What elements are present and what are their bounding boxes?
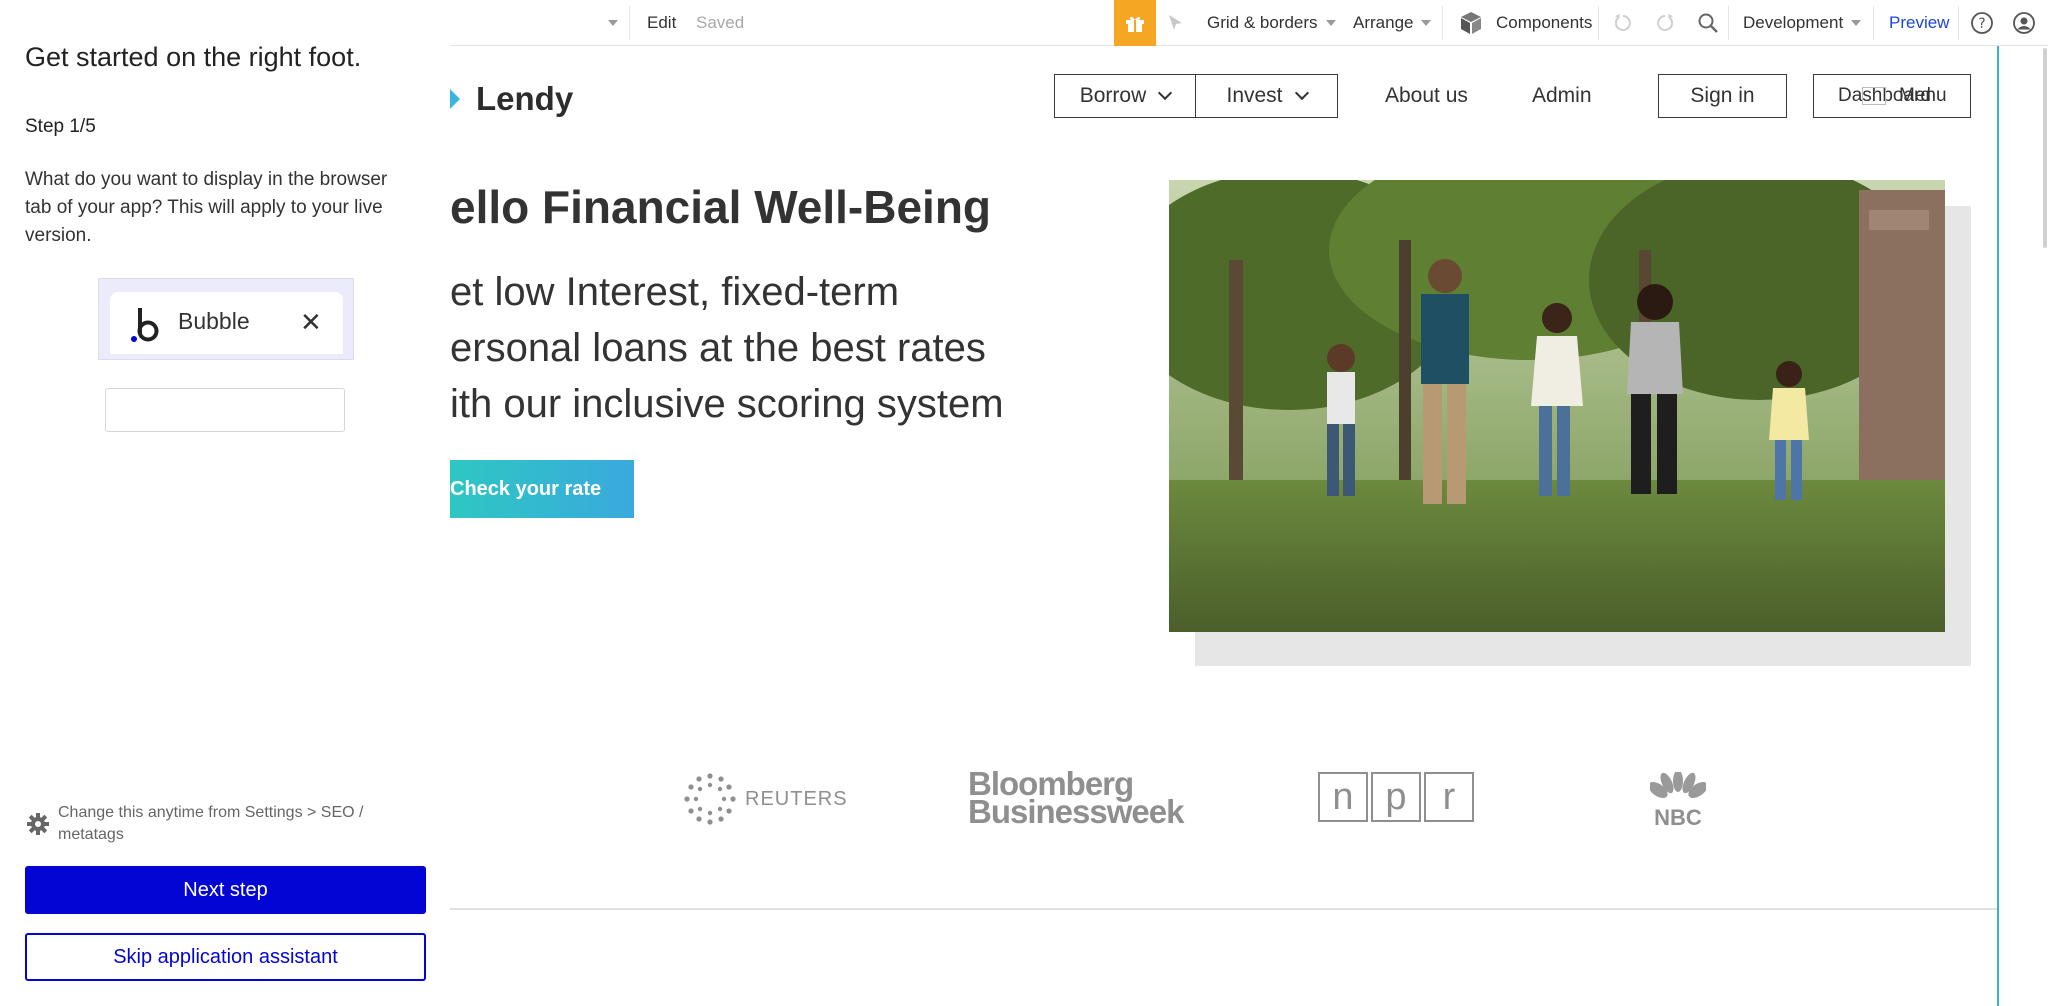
select-tool-button[interactable]: [1166, 0, 1186, 46]
section-divider: [450, 908, 1998, 910]
svg-text:?: ?: [1978, 16, 1985, 32]
nav-borrow[interactable]: Borrow: [1054, 74, 1196, 118]
save-status: Saved: [696, 13, 745, 32]
divider: [1873, 6, 1874, 40]
tab-title-input[interactable]: [105, 388, 345, 432]
dashboard-menu-button[interactable]: Dashboard Menu: [1813, 74, 1971, 118]
bloomberg-logo: Bloomberg Businessweek: [968, 767, 1184, 830]
businessweek-text: Businessweek: [968, 793, 1184, 830]
reuters-logo: REUTERS: [683, 772, 848, 826]
chevron-down-icon: [1158, 85, 1173, 101]
grid-borders-label: Grid & borders: [1207, 13, 1318, 32]
nav-admin[interactable]: Admin: [1532, 74, 1592, 118]
divider: [1728, 6, 1729, 40]
nav-about[interactable]: About us: [1385, 74, 1468, 118]
cursor-icon: [1169, 15, 1182, 30]
nbc-text: NBC: [1654, 805, 1702, 830]
check-rate-button[interactable]: Check your rate: [450, 460, 634, 518]
tab-title: Bubble: [178, 308, 250, 334]
npr-letter: n: [1318, 772, 1368, 822]
development-label: Development: [1743, 13, 1844, 32]
page-dropdown[interactable]: [600, 0, 618, 46]
components-button[interactable]: Components: [1458, 0, 1592, 46]
npr-letter: r: [1424, 772, 1474, 822]
undo-button[interactable]: [1612, 0, 1634, 46]
development-menu[interactable]: Development: [1743, 0, 1862, 46]
nav-borrow-label: Borrow: [1079, 84, 1147, 107]
help-icon: ?: [1971, 12, 1993, 34]
reuters-dots-icon: [684, 773, 736, 825]
edit-menu[interactable]: Edit: [647, 0, 676, 46]
grid-borders-menu[interactable]: Grid & borders: [1207, 0, 1336, 46]
hero-subtitle-line: et low Interest, fixed-term: [450, 270, 900, 314]
arrange-label: Arrange: [1353, 13, 1414, 32]
chevron-down-icon: [1325, 20, 1336, 26]
chevron-down-icon: [1851, 20, 1862, 26]
chevron-down-icon: [1294, 85, 1309, 101]
preview-button[interactable]: Preview: [1889, 0, 1949, 46]
divider: [1958, 6, 1959, 40]
nav-invest[interactable]: Invest: [1195, 74, 1338, 118]
components-label: Components: [1496, 13, 1593, 32]
brand-triangle-icon: [450, 89, 460, 109]
assistant-description: What do you want to display in the brows…: [25, 169, 388, 246]
user-icon: [2013, 12, 2035, 34]
search-button[interactable]: [1697, 0, 1719, 46]
gift-button[interactable]: [1114, 0, 1156, 46]
skip-assistant-button[interactable]: Skip application assistant: [25, 933, 426, 981]
npr-letter: p: [1371, 772, 1421, 822]
redo-icon: [1657, 14, 1674, 31]
nav-invest-label: Invest: [1226, 84, 1283, 107]
nbc-logo: NBC: [1648, 770, 1708, 831]
reuters-text: REUTERS: [745, 787, 848, 810]
gear-icon: [27, 813, 49, 835]
family-photo-image: [1169, 180, 1945, 632]
application-assistant-panel: Get started on the right foot. Step 1/5 …: [0, 0, 450, 1006]
settings-hint: Change this anytime from Settings > SEO …: [58, 804, 364, 843]
bubble-logo-icon: [131, 308, 159, 342]
chevron-down-icon: [1421, 20, 1432, 26]
brand-logo[interactable]: Lendy: [450, 80, 573, 118]
search-icon: [1698, 13, 1718, 33]
undo-icon: [1614, 14, 1631, 31]
divider: [629, 6, 630, 40]
hero-subtitle-line: ersonal loans at the best rates: [450, 326, 986, 370]
account-button[interactable]: [2012, 0, 2036, 46]
peacock-icon: [1648, 770, 1708, 798]
menu-label: Menu: [1899, 85, 1947, 106]
close-icon: ✕: [300, 307, 322, 337]
hero-subtitle-line: ith our inclusive scoring system: [450, 382, 1004, 426]
vertical-scrollbar[interactable]: [2043, 48, 2047, 248]
divider: [1598, 6, 1599, 40]
chevron-down-icon: [608, 20, 618, 26]
npr-logo: n p r: [1318, 772, 1474, 822]
next-step-button[interactable]: Next step: [25, 866, 426, 914]
cube-icon: [1461, 12, 1481, 34]
hero-title: ello Financial Well-Being: [450, 181, 992, 233]
help-button[interactable]: ?: [1970, 0, 1994, 46]
canvas-boundary-line: [1997, 46, 1999, 1006]
arrange-menu[interactable]: Arrange: [1353, 0, 1432, 46]
hero-subtitle: et low Interest, fixed-term ersonal loan…: [450, 264, 1004, 432]
hamburger-icon: [1862, 87, 1886, 105]
hero-photo: [1169, 180, 1945, 632]
design-canvas[interactable]: Lendy Borrow Invest About us Admin Sign …: [450, 46, 1998, 1006]
brand-name: Lendy: [476, 80, 574, 117]
assistant-title: Get started on the right foot.: [25, 42, 362, 72]
signin-button[interactable]: Sign in: [1658, 74, 1787, 118]
gift-icon: [1126, 16, 1144, 32]
redo-button[interactable]: [1654, 0, 1676, 46]
step-indicator: Step 1/5: [25, 116, 96, 137]
divider: [1442, 6, 1443, 40]
